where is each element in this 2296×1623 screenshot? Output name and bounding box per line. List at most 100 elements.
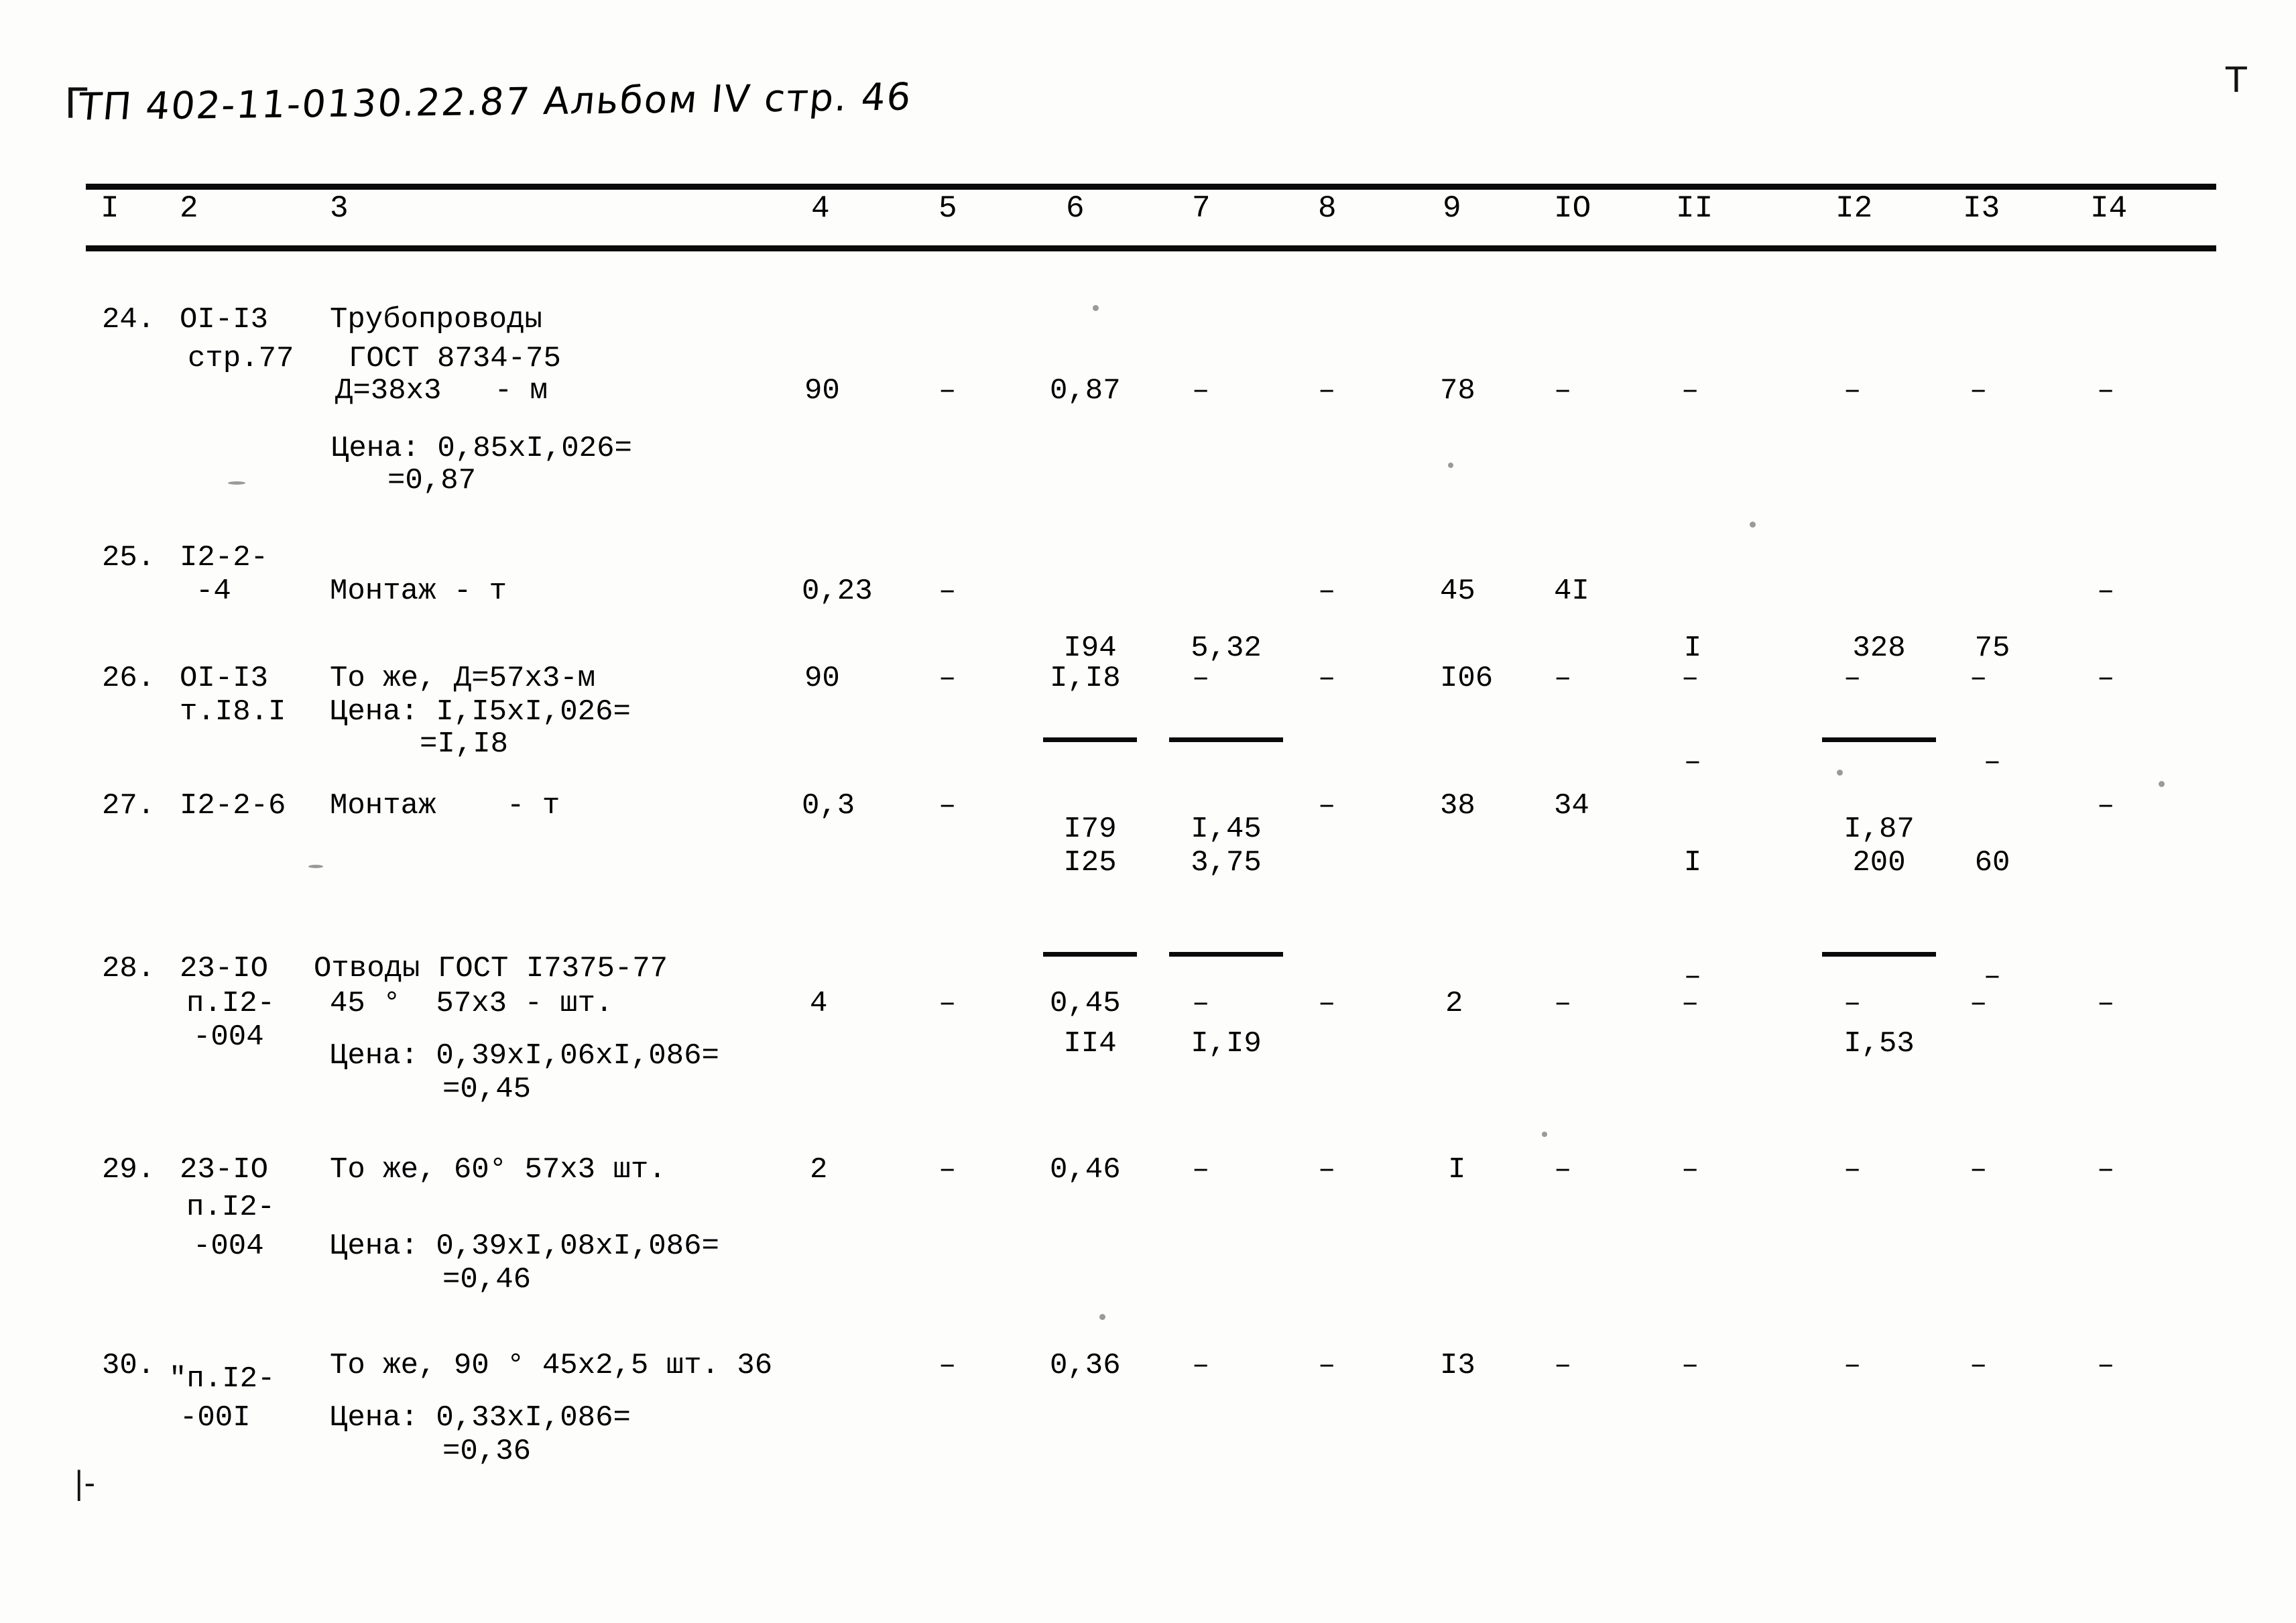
cell-col13: – xyxy=(1970,374,1988,408)
cell-col6-numerator: I25 xyxy=(1063,845,1117,880)
cell-col12: – xyxy=(1844,1153,1862,1187)
row-description: То же, 90 ° 45х2,5 шт. 36 xyxy=(330,1349,773,1382)
column-header-1: I xyxy=(101,191,119,226)
row-description: То же, Д=57х3-м xyxy=(330,662,596,695)
cell-col13: – xyxy=(1970,987,1988,1020)
row-number: 30. xyxy=(102,1349,156,1382)
cell-col7: – xyxy=(1192,1153,1210,1187)
cell-col9: I xyxy=(1448,1153,1466,1187)
row-price-note: Цена: 0,39xI,06xI,086= xyxy=(330,1039,719,1073)
row-number: 26. xyxy=(102,662,156,695)
row-code-line: OI-I3 xyxy=(180,303,269,337)
row-code-line: "п.I2- xyxy=(169,1362,276,1396)
column-header-4: 4 xyxy=(811,191,830,226)
cell-col6: 0,46 xyxy=(1050,1153,1121,1187)
scan-speck xyxy=(308,865,323,868)
cell-col7-numerator: 3,75 xyxy=(1191,845,1262,880)
cell-col4: 90 xyxy=(804,662,840,695)
cell-col13: – xyxy=(1970,662,1988,695)
column-header-3: 3 xyxy=(330,191,349,226)
cell-col8: – xyxy=(1318,1153,1336,1187)
row-code-line: -004 xyxy=(193,1020,264,1054)
cell-col7: – xyxy=(1192,662,1210,695)
scan-speck xyxy=(228,481,245,485)
cell-col12-denominator: I,53 xyxy=(1844,1027,1915,1061)
cell-col12: – xyxy=(1844,987,1862,1020)
row-code-line: -004 xyxy=(193,1229,264,1263)
row-description: 45 ° 57х3 - шт. xyxy=(330,987,613,1020)
cell-col4: 90 xyxy=(804,374,840,408)
fraction-bar xyxy=(1043,951,1137,957)
cell-col5: – xyxy=(939,1349,957,1382)
cell-col9: 78 xyxy=(1440,374,1475,408)
scan-speck xyxy=(1093,305,1099,311)
cell-col8: – xyxy=(1318,789,1336,823)
scan-speck xyxy=(1837,770,1843,776)
row-code-line: 23-IO xyxy=(180,952,269,985)
row-price-note: =0,46 xyxy=(442,1263,532,1297)
column-header-5: 5 xyxy=(939,191,957,226)
column-header-8: 8 xyxy=(1318,191,1337,226)
cell-col9: 38 xyxy=(1440,789,1475,823)
row-code-line: п.I2- xyxy=(186,987,276,1020)
cell-col6: I,I8 xyxy=(1050,662,1121,695)
cell-col5: – xyxy=(939,1153,957,1187)
cell-col5: – xyxy=(939,662,957,695)
scanned-document-page: Г Т |- ТП 402-11-0130.22.87 Альбом IV ст… xyxy=(0,0,2296,1623)
cell-col10: – xyxy=(1554,1349,1572,1382)
row-number: 24. xyxy=(102,303,156,337)
cell-col8: – xyxy=(1318,374,1336,408)
scan-speck xyxy=(1542,1132,1547,1137)
cell-col13-lower: – xyxy=(1983,745,2002,779)
cell-col5: – xyxy=(939,789,957,823)
cell-col14: – xyxy=(2097,374,2115,408)
cell-col7-fraction: 3,75 I,I9 xyxy=(1169,776,1283,1132)
cell-col6-fraction: I25 II4 xyxy=(1043,776,1137,1132)
cell-col9: 2 xyxy=(1445,987,1463,1020)
cell-col7-numerator: 5,32 xyxy=(1191,631,1262,665)
cell-col14: – xyxy=(2097,987,2115,1020)
cell-col13: – xyxy=(1970,1153,1988,1187)
column-header-12: I2 xyxy=(1835,191,1873,226)
cell-col4: 0,23 xyxy=(802,575,873,608)
row-description: Монтаж - т xyxy=(330,575,507,608)
handwritten-page-annotation: ТП 402-11-0130.22.87 Альбом IV стр. 46 xyxy=(76,75,914,129)
cell-col11: – xyxy=(1681,987,1699,1020)
row-price-note: Цена: 0,39xI,08xI,086= xyxy=(330,1229,719,1263)
row-price-note: =0,45 xyxy=(442,1073,532,1106)
cell-col5: – xyxy=(939,374,957,408)
cell-col6-denominator: II4 xyxy=(1063,1027,1117,1061)
row-description: Монтаж - т xyxy=(330,789,560,823)
cell-col8: – xyxy=(1318,662,1336,695)
row-number: 27. xyxy=(102,789,156,823)
cell-col8: – xyxy=(1318,575,1336,608)
row-price-note: =0,36 xyxy=(442,1435,532,1468)
fraction-bar xyxy=(1822,737,1936,742)
cell-col10: – xyxy=(1554,662,1572,695)
column-header-7: 7 xyxy=(1192,191,1211,226)
cell-col12: – xyxy=(1844,1349,1862,1382)
cell-col13-upper: 60 xyxy=(1974,845,2010,880)
cell-col10: 4I xyxy=(1554,575,1589,608)
cell-col13-stack: 60 – xyxy=(1959,776,2026,1064)
row-code-line: т.I8.I xyxy=(180,695,286,729)
cell-col4: 2 xyxy=(810,1153,828,1187)
column-header-14: I4 xyxy=(2090,191,2128,226)
column-header-9: 9 xyxy=(1443,191,1461,226)
cell-col7: – xyxy=(1192,1349,1210,1382)
column-header-2: 2 xyxy=(180,191,198,226)
cell-col6: 0,45 xyxy=(1050,987,1121,1020)
table-rule-top xyxy=(86,184,2216,190)
column-header-6: 6 xyxy=(1066,191,1085,226)
row-code-line: -4 xyxy=(196,575,231,608)
corner-mark-bottom-left: |- xyxy=(74,1465,96,1501)
cell-col13-lower: – xyxy=(1983,959,2002,994)
fraction-bar xyxy=(1822,951,1936,957)
row-description: Д=38х3 - м xyxy=(335,374,548,408)
cell-col13: – xyxy=(1970,1349,1988,1382)
cell-col12-fraction: 200 I,53 xyxy=(1822,776,1936,1132)
cell-col9: I3 xyxy=(1440,1349,1475,1382)
cell-col12: – xyxy=(1844,374,1862,408)
cell-col12: – xyxy=(1844,662,1862,695)
row-number: 28. xyxy=(102,952,156,985)
